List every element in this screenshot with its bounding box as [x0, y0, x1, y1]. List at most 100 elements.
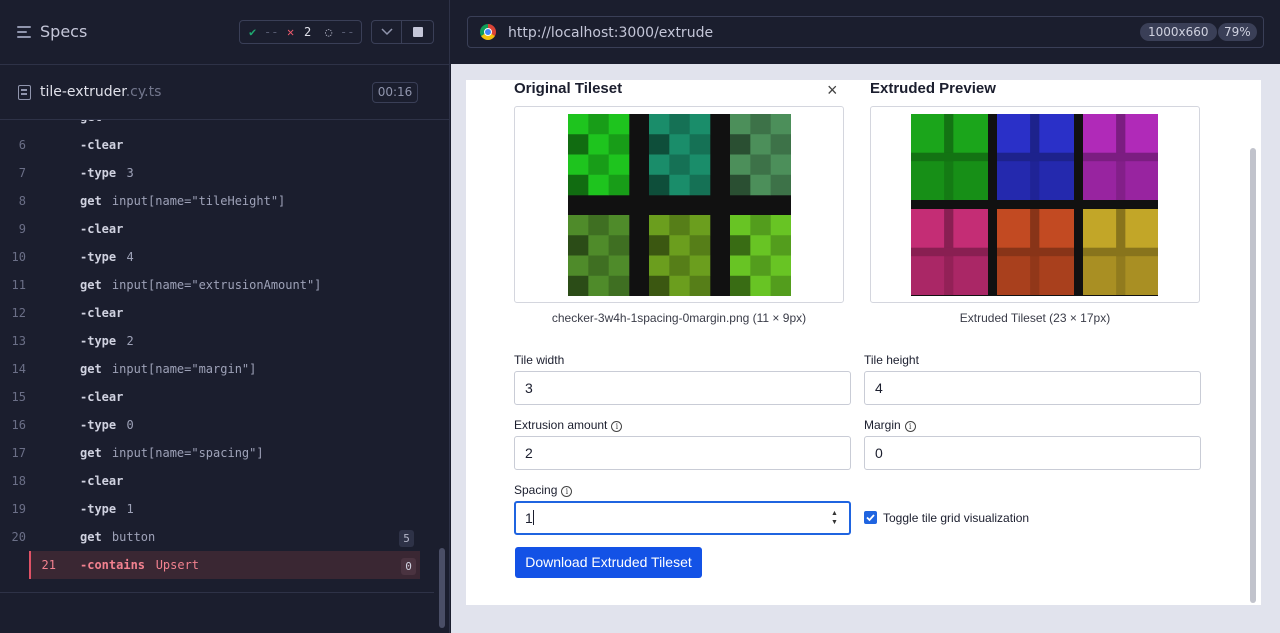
zoom-badge[interactable]: 79% — [1218, 23, 1257, 41]
tile-grid-line — [1083, 247, 1158, 257]
command-log-scrollbar[interactable] — [438, 120, 446, 633]
command-name: -type — [80, 334, 117, 348]
margin-input[interactable]: 0 — [864, 436, 1201, 470]
tile-pixel — [770, 235, 791, 256]
command-number: 16 — [11, 418, 26, 432]
specs-label[interactable]: Specs — [40, 22, 87, 41]
command-name: -clear — [80, 474, 124, 488]
tile-pixel — [750, 114, 771, 135]
tile-shade — [1083, 161, 1158, 200]
tile-shade — [997, 256, 1074, 295]
command-row[interactable]: 10 -type 4 — [0, 243, 420, 271]
url-bar[interactable]: http://localhost:3000/extrude 1000x660 7… — [467, 16, 1264, 48]
close-icon[interactable]: × — [827, 81, 838, 99]
command-row[interactable]: 9 -clear — [0, 215, 420, 243]
info-icon[interactable]: i — [611, 421, 623, 432]
spec-name: tile-extruder — [40, 84, 126, 100]
tile-pixel — [730, 134, 751, 155]
tile-shade — [911, 256, 988, 295]
tile-width-input[interactable]: 3 — [514, 371, 851, 405]
command-row[interactable]: 17 get input[name="spacing"] — [0, 439, 420, 467]
extrusion-amount-input[interactable]: 2 — [514, 436, 851, 470]
tile-pixel — [689, 174, 711, 196]
url-text[interactable]: http://localhost:3000/extrude — [508, 25, 713, 41]
tile-pixel — [649, 114, 670, 135]
spinner-down-icon[interactable]: ▼ — [831, 518, 841, 527]
spacing-label-text: Spacing — [514, 483, 558, 497]
info-icon[interactable]: i — [561, 486, 573, 497]
spacing-input[interactable]: 1 ▲ ▼ — [514, 501, 851, 535]
stop-button[interactable] — [401, 20, 434, 44]
command-name: get — [80, 194, 102, 208]
reporter-header: Specs ✔ -- ✕ 2 ◌ -- — [0, 0, 450, 64]
command-row[interactable]: 16 -type 0 — [0, 411, 420, 439]
tile-pixel — [649, 235, 670, 256]
command-row[interactable]: 6 -clear — [0, 131, 420, 159]
spinner-up-icon[interactable]: ▲ — [831, 509, 841, 518]
tile-pixel — [730, 174, 751, 196]
tile-pixel — [750, 215, 771, 236]
text-cursor — [532, 510, 534, 525]
reporter-footer — [0, 592, 434, 633]
tile-height-input[interactable]: 4 — [864, 371, 1201, 405]
tile-grid-toggle-label[interactable]: Toggle tile grid visualization — [883, 511, 1029, 525]
tile-pixel — [750, 255, 771, 277]
command-name: -type — [80, 502, 117, 516]
command-row[interactable]: 18 -clear — [0, 467, 420, 495]
command-row[interactable]: 12 -clear — [0, 299, 420, 327]
command-name: -clear — [80, 306, 124, 320]
command-name: -clear — [80, 138, 124, 152]
command-number: 11 — [11, 278, 26, 292]
tile-pixel — [608, 134, 630, 155]
command-number: 21 — [41, 558, 56, 572]
specs-list-icon[interactable] — [17, 25, 33, 39]
failed-count: 2 — [304, 25, 312, 39]
command-name: -type — [80, 418, 117, 432]
scrollbar-thumb[interactable] — [439, 548, 445, 628]
tile-pixel — [689, 275, 711, 296]
command-number: 9 — [18, 222, 26, 236]
command-row[interactable]: 7 -type 3 — [0, 159, 420, 187]
stop-icon — [413, 27, 423, 37]
spacing-label: Spacing i — [514, 483, 573, 497]
tile-pixel — [588, 215, 609, 236]
command-row[interactable]: 8 get input[name="tileHeight"] — [0, 187, 420, 215]
spec-file-header: tile-extruder.cy.ts 00:16 — [0, 64, 450, 120]
command-argument: 4 — [126, 250, 134, 264]
tile-pixel — [730, 154, 751, 176]
spec-file-name[interactable]: tile-extruder.cy.ts — [40, 84, 161, 100]
command-argument: input[name="margin"] — [111, 362, 257, 376]
command-row[interactable]: 20 get button 5 — [0, 523, 420, 551]
chevron-down-button[interactable] — [371, 20, 402, 44]
tile-pixel — [730, 235, 751, 256]
tile-pixel — [770, 154, 791, 176]
command-row[interactable]: 19 -type 1 — [0, 495, 420, 523]
command-log: get 6 -clear 7 -type 3 8 get input[name="tileHe… — [0, 120, 434, 592]
tile-pixel — [608, 255, 630, 277]
tile-pixel — [730, 114, 751, 135]
tile-pixel — [770, 114, 791, 135]
viewport-size-badge[interactable]: 1000x660 — [1140, 23, 1217, 41]
command-row[interactable]: 11 get input[name="extrusionAmount"] — [0, 271, 420, 299]
app-scrollbar[interactable] — [1250, 148, 1256, 603]
command-row[interactable]: 13 -type 2 — [0, 327, 420, 355]
tile-grid-line — [1083, 152, 1158, 162]
tile-grid-line — [997, 247, 1074, 257]
tile-pixel — [568, 255, 589, 277]
command-number: 12 — [11, 306, 26, 320]
command-row[interactable]: get — [0, 120, 420, 131]
info-icon[interactable]: i — [904, 421, 916, 432]
test-stats: ✔ -- ✕ 2 ◌ -- — [239, 20, 362, 44]
command-name: get — [80, 120, 102, 124]
tile-pixel — [588, 134, 609, 155]
command-row[interactable]: 14 get input[name="margin"] — [0, 355, 420, 383]
command-row[interactable]: 15 -clear — [0, 383, 420, 411]
tile-pixel — [608, 215, 630, 236]
download-extruded-tileset-button[interactable]: Download Extruded Tileset — [515, 547, 702, 578]
command-number: 6 — [18, 138, 26, 152]
number-spinner[interactable]: ▲ ▼ — [831, 509, 841, 527]
tile-pixel — [669, 174, 690, 196]
command-row-failed[interactable]: 21 -contains Upsert 0 — [29, 551, 420, 579]
tile-grid-toggle-checkbox[interactable] — [864, 511, 877, 524]
extrusion-amount-label-text: Extrusion amount — [514, 418, 608, 432]
